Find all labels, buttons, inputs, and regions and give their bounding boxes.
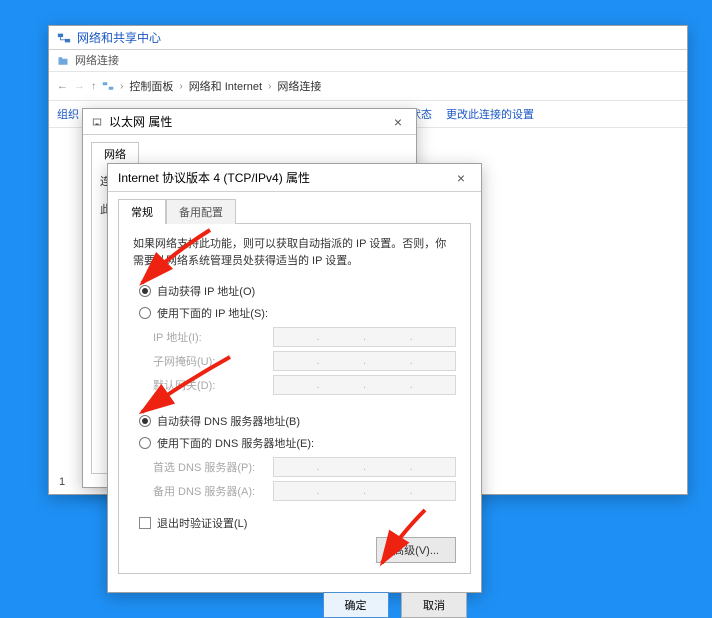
network-icon bbox=[57, 31, 71, 45]
nav-back-icon[interactable]: ← bbox=[57, 80, 68, 92]
network-icon bbox=[102, 80, 114, 92]
dns1-label: 首选 DNS 服务器(P): bbox=[153, 459, 273, 475]
gateway-label: 默认网关(D): bbox=[153, 377, 273, 393]
radio-auto-dns[interactable] bbox=[139, 415, 151, 427]
validate-checkbox[interactable] bbox=[139, 517, 151, 529]
radio-auto-dns-label: 自动获得 DNS 服务器地址(B) bbox=[157, 413, 300, 429]
radio-manual-dns-row[interactable]: 使用下面的 DNS 服务器地址(E): bbox=[139, 435, 456, 451]
advanced-row: 高级(V)... bbox=[133, 537, 456, 563]
validate-row[interactable]: 退出时验证设置(L) bbox=[139, 515, 456, 531]
gateway-input: ... bbox=[273, 375, 456, 395]
dialog-title: Internet 协议版本 4 (TCP/IPv4) 属性 × bbox=[108, 164, 481, 192]
dialog-buttons: 确定 取消 bbox=[108, 584, 481, 618]
panel: 如果网络支持此功能，则可以获取自动指派的 IP 设置。否则，你需要从网络系统管理… bbox=[118, 223, 471, 574]
subbar-text: 网络连接 bbox=[75, 50, 119, 72]
radio-manual-dns-label: 使用下面的 DNS 服务器地址(E): bbox=[157, 435, 314, 451]
tabs: 网络 bbox=[83, 135, 416, 164]
window-title-text: 网络和共享中心 bbox=[77, 26, 161, 50]
dns-group: 自动获得 DNS 服务器地址(B) 使用下面的 DNS 服务器地址(E): 首选… bbox=[133, 413, 456, 501]
advanced-button[interactable]: 高级(V)... bbox=[376, 537, 456, 563]
ipv4-properties-dialog: Internet 协议版本 4 (TCP/IPv4) 属性 × 常规 备用配置 … bbox=[107, 163, 482, 593]
breadcrumb[interactable]: ← → ↑ › 控制面板 › 网络和 Internet › 网络连接 bbox=[49, 72, 687, 101]
chevron-right-icon: › bbox=[179, 81, 182, 92]
radio-auto-ip[interactable] bbox=[139, 285, 151, 297]
radio-manual-ip[interactable] bbox=[139, 307, 151, 319]
radio-auto-ip-row[interactable]: 自动获得 IP 地址(O) bbox=[139, 283, 456, 299]
breadcrumb-item[interactable]: 网络和 Internet bbox=[189, 78, 262, 94]
dns1-input: ... bbox=[273, 457, 456, 477]
nav-fwd-icon[interactable]: → bbox=[74, 80, 85, 92]
mask-label: 子网掩码(U): bbox=[153, 353, 273, 369]
radio-manual-ip-row[interactable]: 使用下面的 IP 地址(S): bbox=[139, 305, 456, 321]
folder-icon bbox=[57, 55, 69, 67]
dns2-input: ... bbox=[273, 481, 456, 501]
toolbar-organize[interactable]: 组织 bbox=[57, 106, 79, 122]
breadcrumb-item[interactable]: 控制面板 bbox=[129, 78, 173, 94]
tab-general[interactable]: 常规 bbox=[118, 199, 166, 224]
window-title: 以太网 属性 × bbox=[83, 109, 416, 135]
subbar: 网络连接 bbox=[49, 50, 687, 72]
dns2-field-row: 备用 DNS 服务器(A): ... bbox=[153, 481, 456, 501]
cancel-button[interactable]: 取消 bbox=[401, 592, 467, 618]
item-count: 1 bbox=[59, 476, 65, 488]
gateway-field-row: 默认网关(D): ... bbox=[153, 375, 456, 395]
dialog-title-text: Internet 协议版本 4 (TCP/IPv4) 属性 bbox=[118, 169, 310, 186]
ip-label: IP 地址(I): bbox=[153, 329, 273, 345]
breadcrumb-item[interactable]: 网络连接 bbox=[277, 78, 321, 94]
tabs: 常规 备用配置 bbox=[108, 192, 481, 223]
mask-field-row: 子网掩码(U): ... bbox=[153, 351, 456, 371]
ok-button[interactable]: 确定 bbox=[323, 592, 389, 618]
ip-input: ... bbox=[273, 327, 456, 347]
mask-input: ... bbox=[273, 351, 456, 371]
dns1-field-row: 首选 DNS 服务器(P): ... bbox=[153, 457, 456, 477]
dns2-label: 备用 DNS 服务器(A): bbox=[153, 483, 273, 499]
tab-alternate[interactable]: 备用配置 bbox=[166, 199, 236, 224]
description: 如果网络支持此功能，则可以获取自动指派的 IP 设置。否则，你需要从网络系统管理… bbox=[133, 236, 456, 269]
chevron-up-icon[interactable]: ↑ bbox=[91, 81, 96, 92]
radio-manual-ip-label: 使用下面的 IP 地址(S): bbox=[157, 305, 268, 321]
ip-field-row: IP 地址(I): ... bbox=[153, 327, 456, 347]
tab-network[interactable]: 网络 bbox=[91, 142, 139, 165]
validate-label: 退出时验证设置(L) bbox=[157, 515, 247, 531]
close-icon[interactable]: × bbox=[451, 170, 471, 186]
close-icon[interactable]: × bbox=[388, 114, 408, 130]
radio-auto-dns-row[interactable]: 自动获得 DNS 服务器地址(B) bbox=[139, 413, 456, 429]
chevron-right-icon: › bbox=[120, 81, 123, 92]
toolbar-change-settings[interactable]: 更改此连接的设置 bbox=[446, 106, 534, 122]
radio-auto-ip-label: 自动获得 IP 地址(O) bbox=[157, 283, 255, 299]
window-title: 网络和共享中心 bbox=[49, 26, 687, 50]
window-title-text: 以太网 属性 bbox=[109, 113, 172, 130]
chevron-right-icon: › bbox=[268, 81, 271, 92]
radio-manual-dns[interactable] bbox=[139, 437, 151, 449]
ethernet-icon bbox=[91, 116, 103, 128]
